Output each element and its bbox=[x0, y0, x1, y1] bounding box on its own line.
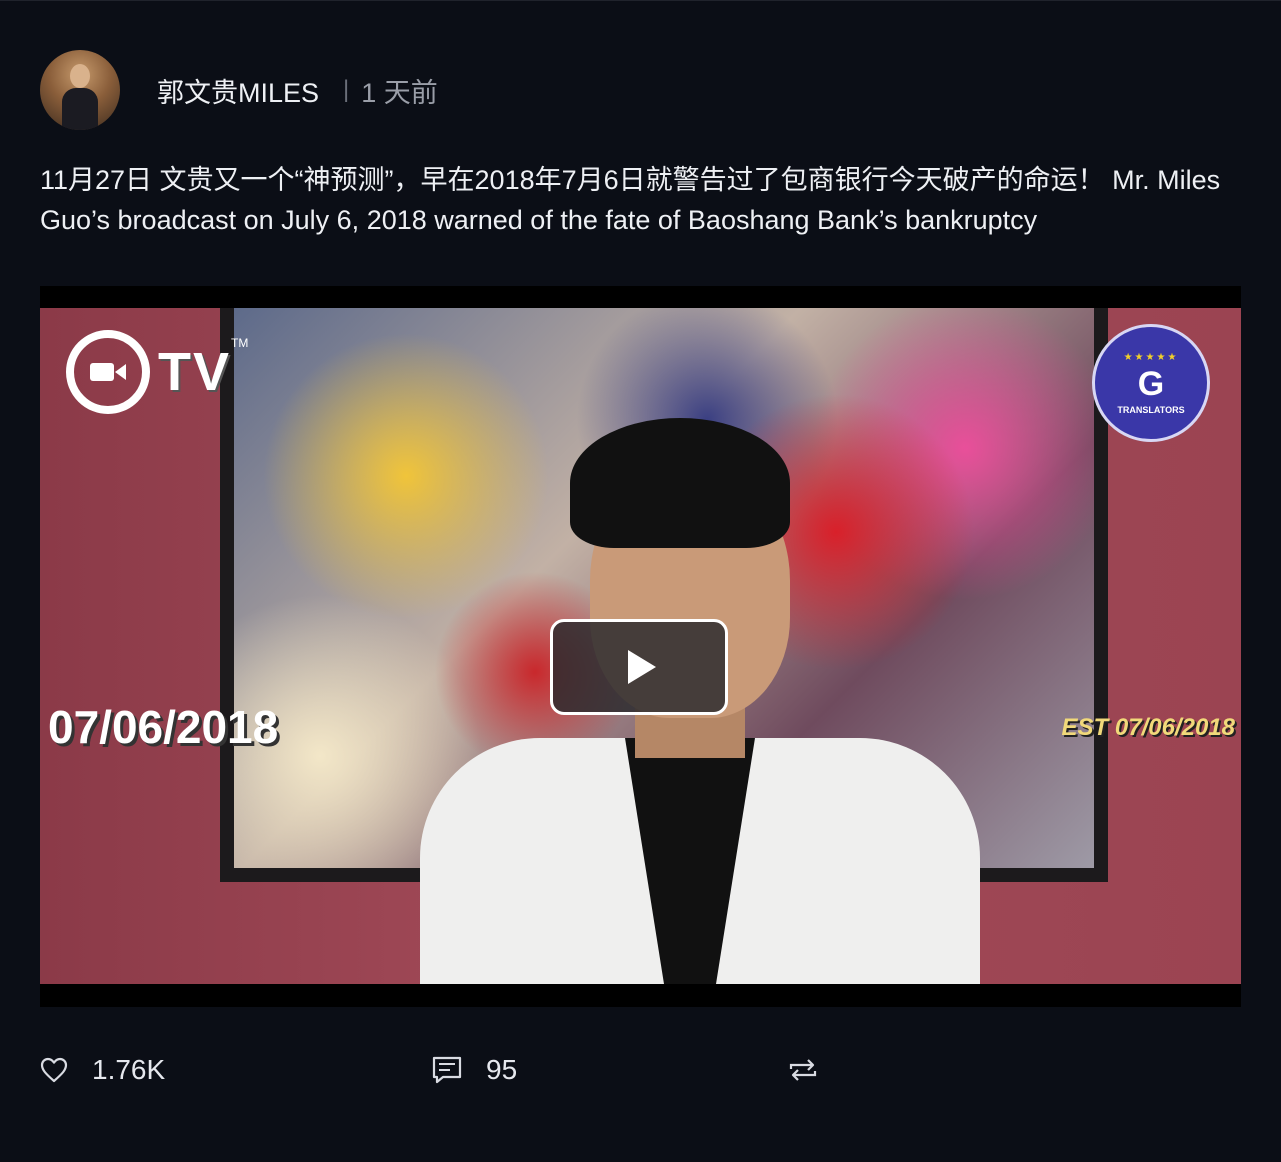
top-divider bbox=[0, 0, 1281, 1]
like-count: 1.76K bbox=[92, 1054, 166, 1085]
repost-icon bbox=[788, 1057, 818, 1083]
heart-icon bbox=[40, 1057, 68, 1083]
author-name[interactable]: 郭文贵MILES bbox=[157, 71, 319, 110]
avatar[interactable] bbox=[40, 50, 120, 130]
translators-badge: ★★★★★ G TRANSLATORS bbox=[1092, 324, 1210, 442]
post-timestamp: 1 天前 bbox=[361, 77, 438, 108]
play-icon bbox=[628, 650, 656, 684]
comment-count: 95 bbox=[486, 1054, 518, 1085]
badge-letter: G bbox=[1137, 364, 1165, 403]
date-overlay-right: EST 07/06/2018 bbox=[1061, 714, 1235, 741]
post-card: 郭文贵MILES | 1 天前 11月27日 文贵又一个“神预测”，早在2018… bbox=[0, 0, 1281, 1162]
badge-stars-icon: ★★★★★ bbox=[1123, 351, 1179, 363]
gtv-logo-text: TV bbox=[158, 342, 232, 402]
gtv-camera-icon bbox=[66, 330, 150, 414]
video-player[interactable]: TV TM ★★★★★ G TRANSLATORS 07/06/2018 EST… bbox=[40, 286, 1241, 1007]
play-button[interactable] bbox=[550, 619, 728, 715]
like-button[interactable]: 1.76K bbox=[40, 1048, 165, 1092]
repost-button[interactable] bbox=[788, 1048, 818, 1092]
gtv-trademark: TM bbox=[231, 336, 249, 350]
badge-label: TRANSLATORS bbox=[1117, 404, 1185, 415]
action-bar: 1.76K 95 bbox=[40, 1048, 1241, 1092]
date-overlay-left: 07/06/2018 bbox=[48, 701, 279, 753]
header-separator: | bbox=[343, 76, 350, 103]
comment-icon bbox=[432, 1056, 462, 1084]
gtv-logo: TV TM bbox=[66, 330, 248, 414]
post-body-text: 11月27日 文贵又一个“神预测”，早在2018年7月6日就警告过了包商银行今天… bbox=[40, 165, 1221, 235]
video-frame: TV TM ★★★★★ G TRANSLATORS 07/06/2018 EST… bbox=[40, 308, 1241, 984]
comment-button[interactable]: 95 bbox=[432, 1048, 517, 1092]
post-header: 郭文贵MILES | 1 天前 bbox=[157, 70, 438, 110]
